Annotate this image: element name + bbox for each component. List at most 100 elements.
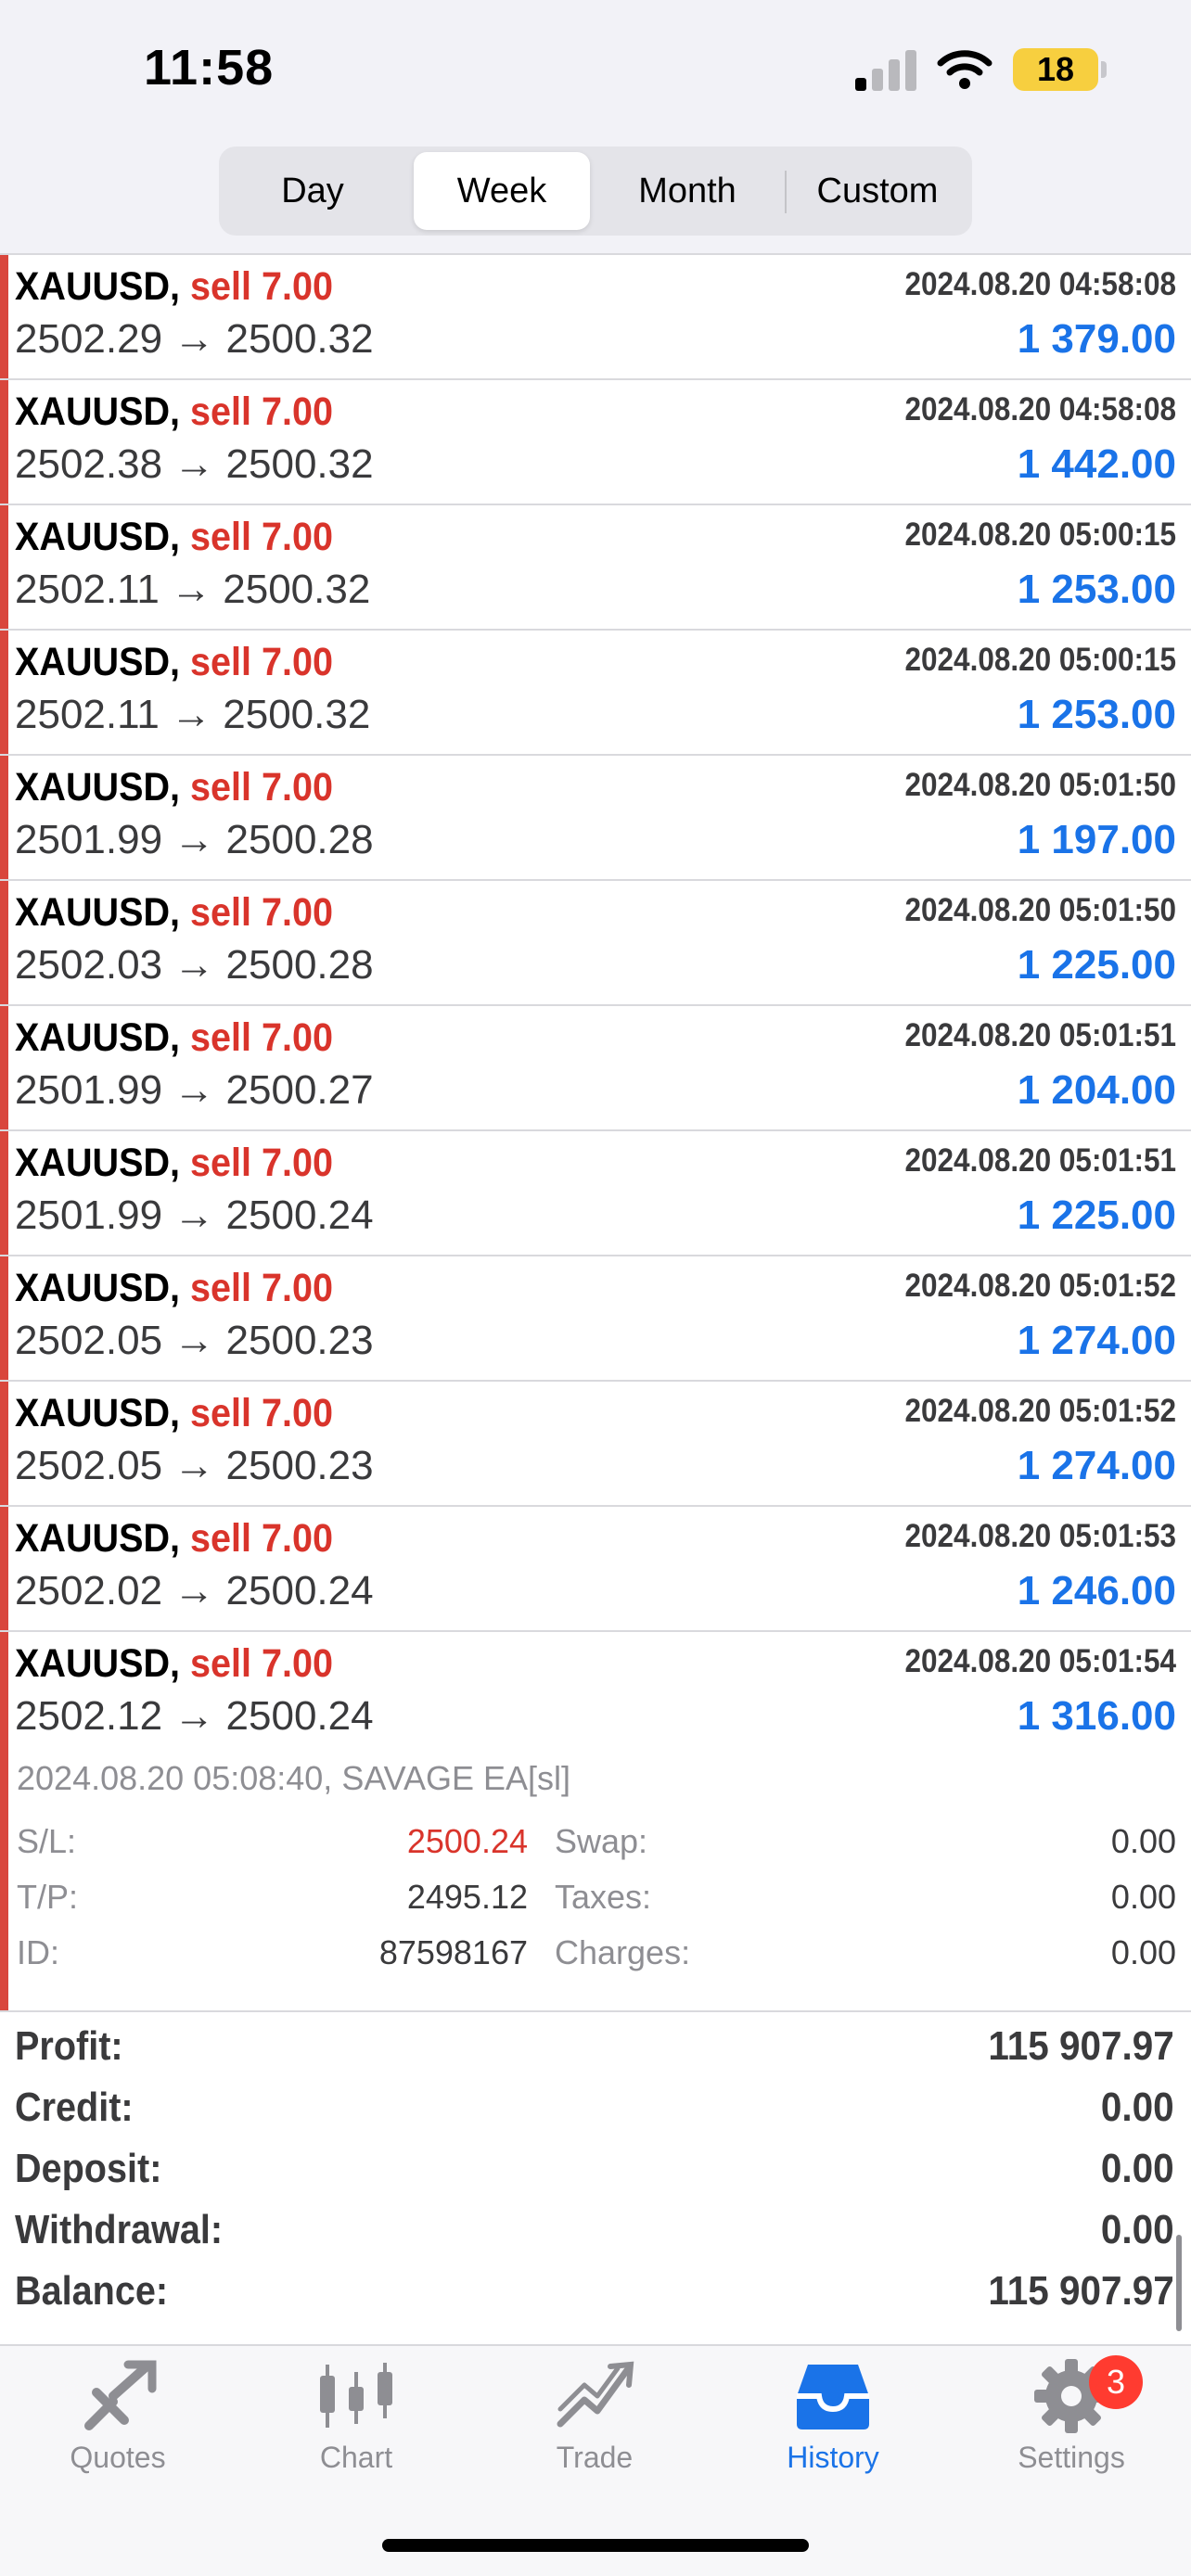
open-price: 2502.12 [15, 1693, 163, 1739]
open-price: 2502.38 [15, 441, 163, 487]
deal-symbol-name: XAUUSD, [15, 389, 181, 434]
open-price: 2502.03 [15, 942, 163, 988]
deal-prices: 2502.11 → 2500.32 [15, 692, 370, 738]
deal-date: 2024.08.20 05:01:52 [904, 1268, 1177, 1304]
tab-history[interactable]: History [740, 2359, 926, 2498]
segment-custom[interactable]: Custom [788, 152, 967, 230]
open-price: 2502.11 [15, 692, 160, 737]
arrow-right-icon: → [173, 1568, 215, 1613]
deal-prices: 2501.99 → 2500.28 [15, 817, 374, 863]
wifi-icon [937, 50, 992, 89]
deal-row[interactable]: XAUUSD, sell 7.00 2024.08.20 05:01:53 2502… [0, 1507, 1191, 1632]
period-segmented-control: Day Week Month Custom [219, 147, 972, 236]
arrow-right-icon: → [171, 567, 212, 612]
deal-row[interactable]: XAUUSD, sell 7.00 2024.08.20 04:58:08 2502… [0, 255, 1191, 380]
deal-date: 2024.08.20 05:01:50 [904, 767, 1177, 803]
trade-icon [557, 2361, 634, 2428]
tab-history-label: History [787, 2441, 879, 2474]
scrollbar[interactable] [1176, 2235, 1182, 2331]
deal-symbol: XAUUSD, sell 7.00 [15, 765, 333, 810]
deal-symbol: XAUUSD, sell 7.00 [15, 264, 333, 310]
summary-row: Credit: 0.00 [0, 2073, 1191, 2135]
close-price: 2500.23 [225, 1318, 374, 1363]
deal-side: sell 7.00 [190, 515, 334, 559]
settings-badge: 3 [1089, 2355, 1143, 2409]
open-price: 2502.29 [15, 316, 163, 362]
summary-value: 0.00 [1101, 2146, 1174, 2191]
deal-side: sell 7.00 [190, 890, 334, 935]
deal-row[interactable]: XAUUSD, sell 7.00 2024.08.20 05:00:15 2502… [0, 505, 1191, 631]
deal-symbol: XAUUSD, sell 7.00 [15, 389, 333, 435]
tab-chart-label: Chart [319, 2441, 393, 2474]
deal-row[interactable]: XAUUSD, sell 7.00 2024.08.20 05:01:50 2501… [0, 756, 1191, 881]
deal-symbol-name: XAUUSD, [15, 1015, 181, 1060]
status-bar: 11:58 18 [0, 0, 1191, 139]
battery-cap [1101, 61, 1107, 78]
arrow-right-icon: → [171, 692, 212, 737]
close-price: 2500.28 [225, 942, 374, 988]
deal-date: 2024.08.20 05:00:15 [904, 516, 1177, 553]
deal-profit: 1 442.00 [1017, 441, 1176, 487]
close-price: 2500.32 [225, 316, 374, 362]
deal-profit: 1 274.00 [1017, 1443, 1176, 1488]
deal-side: sell 7.00 [190, 1141, 334, 1185]
deal-prices: 2502.05 → 2500.23 [15, 1443, 374, 1489]
deal-row[interactable]: XAUUSD, sell 7.00 2024.08.20 05:01:50 2502… [0, 881, 1191, 1006]
deal-symbol-name: XAUUSD, [15, 1516, 181, 1561]
deal-date: 2024.08.20 05:00:15 [904, 642, 1177, 678]
open-price: 2502.02 [15, 1568, 163, 1613]
deal-symbol: XAUUSD, sell 7.00 [15, 1141, 333, 1186]
taxes-value: 0.00 [1110, 1878, 1176, 1916]
charges-value: 0.00 [1110, 1933, 1176, 1971]
deal-row[interactable]: XAUUSD, sell 7.00 2024.08.20 05:01:51 2501… [0, 1006, 1191, 1131]
summary-row: Withdrawal: 0.00 [0, 2196, 1191, 2257]
close-price: 2500.32 [225, 441, 374, 487]
swap-value: 0.00 [1110, 1822, 1176, 1860]
summary-label: Deposit: [15, 2146, 162, 2191]
charges-label: Charges: [555, 1933, 691, 1971]
open-price: 2502.11 [15, 567, 160, 612]
tab-chart[interactable]: Chart [263, 2359, 449, 2498]
deal-row[interactable]: XAUUSD, sell 7.00 2024.08.20 05:01:52 2502… [0, 1382, 1191, 1507]
deal-symbol-name: XAUUSD, [15, 515, 181, 559]
deal-side: sell 7.00 [190, 1391, 334, 1435]
summary-value: 0.00 [1101, 2207, 1174, 2252]
deal-profit: 1 197.00 [1017, 817, 1176, 862]
deal-date: 2024.08.20 05:01:52 [904, 1393, 1177, 1429]
inbox-icon [797, 2365, 869, 2429]
deal-row[interactable]: XAUUSD, sell 7.00 2024.08.20 05:01:52 2502… [0, 1256, 1191, 1382]
summary-label: Credit: [15, 2085, 134, 2130]
segment-divider [785, 171, 787, 213]
deal-date: 2024.08.20 05:01:54 [904, 1643, 1177, 1679]
tab-quotes[interactable]: Quotes [25, 2359, 211, 2498]
deal-date: 2024.08.20 05:01:51 [904, 1142, 1177, 1179]
deal-symbol: XAUUSD, sell 7.00 [15, 1641, 333, 1687]
deal-symbol-name: XAUUSD, [15, 1391, 181, 1435]
deal-row[interactable]: XAUUSD, sell 7.00 2024.08.20 05:00:15 2502… [0, 631, 1191, 756]
deal-profit: 1 379.00 [1017, 316, 1176, 362]
swap-label: Swap: [555, 1822, 648, 1860]
deal-prices: 2501.99 → 2500.24 [15, 1192, 374, 1239]
deal-list: XAUUSD, sell 7.00 2024.08.20 04:58:08 2502… [0, 255, 1191, 1757]
tab-trade[interactable]: Trade [502, 2359, 687, 2498]
deal-symbol: XAUUSD, sell 7.00 [15, 1391, 333, 1436]
deal-symbol-name: XAUUSD, [15, 890, 181, 935]
open-price: 2502.05 [15, 1443, 163, 1488]
close-price: 2500.28 [225, 817, 374, 862]
deal-date: 2024.08.20 05:01:50 [904, 892, 1177, 928]
deal-row[interactable]: XAUUSD, sell 7.00 2024.08.20 04:58:08 2502… [0, 380, 1191, 505]
summary-label: Withdrawal: [15, 2207, 224, 2252]
deal-prices: 2502.29 → 2500.32 [15, 316, 374, 363]
segment-day[interactable]: Day [224, 152, 401, 230]
arrow-right-icon: → [173, 1192, 215, 1238]
home-indicator[interactable] [382, 2539, 809, 2552]
segment-month[interactable]: Month [599, 152, 775, 230]
arrow-right-icon: → [173, 1318, 215, 1363]
segment-week[interactable]: Week [414, 152, 590, 230]
deal-side: sell 7.00 [190, 1641, 334, 1686]
candlestick-icon [320, 2363, 392, 2428]
deal-row[interactable]: XAUUSD, sell 7.00 2024.08.20 05:01:51 2501… [0, 1131, 1191, 1256]
deal-row[interactable]: XAUUSD, sell 7.00 2024.08.20 05:01:54 2502… [0, 1632, 1191, 1757]
tp-value: 2495.12 [406, 1878, 528, 1916]
cellular-signal-icon [855, 46, 920, 91]
